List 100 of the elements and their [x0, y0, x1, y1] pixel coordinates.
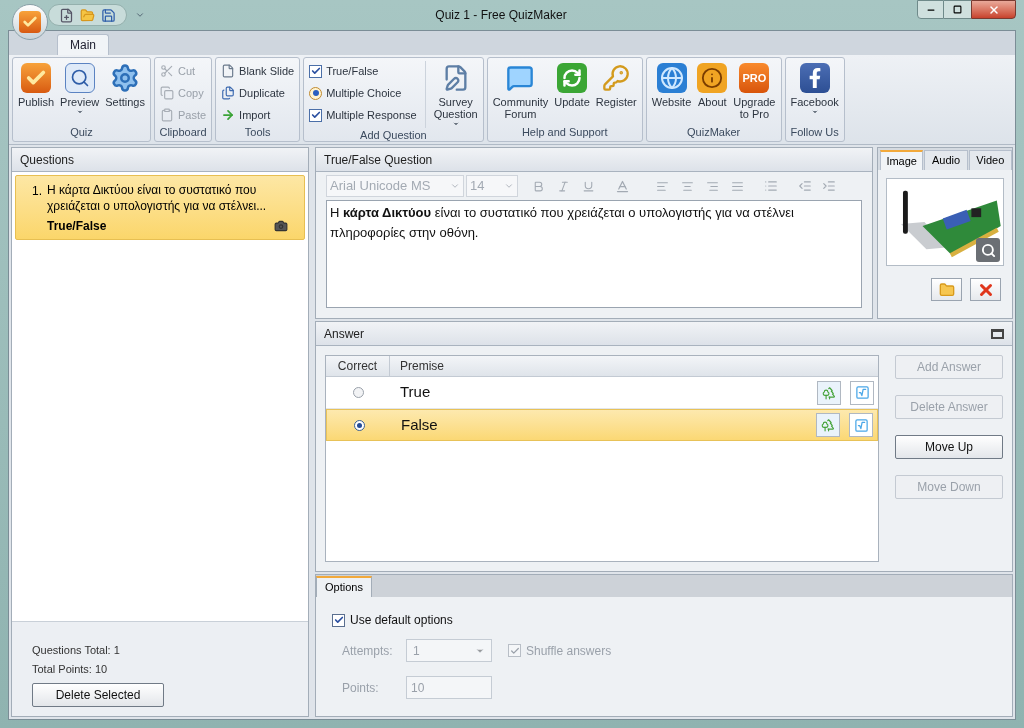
new-file-icon[interactable]: [59, 7, 74, 23]
action-button[interactable]: Move Up: [895, 435, 1003, 459]
media-tab[interactable]: Image: [880, 150, 924, 170]
group-title: Tools: [243, 125, 272, 140]
app-logo-icon[interactable]: [12, 4, 48, 40]
align-right-icon[interactable]: [706, 179, 719, 193]
image-icon[interactable]: [817, 380, 841, 405]
align-justify-icon[interactable]: [731, 179, 744, 193]
chat-icon: [505, 63, 536, 93]
premise-text: False: [400, 414, 439, 435]
align-center-icon[interactable]: [681, 179, 694, 193]
pages-icon: [221, 86, 236, 100]
dropdown-icon: [504, 181, 514, 191]
question-type: True/False: [47, 218, 107, 235]
media-tab[interactable]: Audio: [924, 150, 968, 170]
attempts-label: Attempts:: [342, 642, 394, 660]
panel-title: Questions: [20, 151, 75, 169]
correct-radio[interactable]: [353, 419, 365, 431]
clipboard-icon: [159, 108, 174, 122]
ribbon-button[interactable]: Blank Slide: [219, 61, 297, 81]
facebook-icon: [799, 63, 830, 93]
ribbon-button[interactable]: Multiple Choice: [307, 83, 419, 103]
question-number: 1.: [32, 183, 42, 200]
outdent-icon[interactable]: [798, 179, 812, 193]
minimize-icon[interactable]: [917, 0, 944, 19]
list-icon[interactable]: [764, 179, 778, 193]
ribbon-button[interactable]: Publish: [16, 61, 57, 125]
maximize-icon[interactable]: [991, 328, 1004, 339]
dropdown-icon: [451, 120, 460, 128]
group-title: QuizMaker: [686, 125, 742, 140]
ribbon-button[interactable]: Settings: [103, 61, 147, 125]
camera-icon: [274, 219, 288, 233]
window-title: Quiz 1 - Free QuizMaker: [434, 7, 568, 24]
ribbon-button[interactable]: Website: [649, 61, 694, 125]
ribbon-button[interactable]: Register: [593, 61, 639, 125]
points-label: Points:: [342, 679, 380, 697]
questions-total: Questions Total: 1: [32, 643, 121, 658]
ribbon-button[interactable]: True/False: [307, 61, 419, 81]
indent-icon[interactable]: [822, 179, 836, 193]
bold-icon[interactable]: [532, 179, 545, 193]
preview-icon: [64, 63, 95, 93]
dropdown-icon: [450, 181, 460, 191]
save-icon[interactable]: [101, 7, 116, 23]
copy-icon: [159, 86, 174, 100]
checkbox-icon: [309, 108, 323, 122]
question-item[interactable]: 1. Η κάρτα Δικτύου είναι το συστατικό που χρειάζεται ο υπολογιστής για να στέλνει... True/False: [15, 175, 305, 240]
group-title: Clipboard: [158, 125, 208, 140]
ribbon-button[interactable]: Duplicate: [219, 83, 297, 103]
globe-icon: [656, 63, 687, 93]
folder-icon[interactable]: [80, 7, 95, 23]
question-body: Η κάρτα Δικτύου είναι το συστατικό που χρειάζεται ο υπολογιστής για να στέλνει πληροφορίες στην οθόνη.: [330, 205, 794, 240]
ribbon-button[interactable]: Update: [552, 61, 592, 125]
total-points: Total Points: 10: [32, 661, 109, 677]
zoom-icon[interactable]: [976, 238, 1000, 262]
ribbon-button[interactable]: Multiple Response: [307, 105, 419, 125]
group-title: Follow Us: [789, 125, 840, 140]
key-icon: [601, 63, 632, 93]
correct-radio[interactable]: [352, 387, 364, 398]
check-icon: [21, 63, 52, 93]
group-title: Quiz: [69, 125, 94, 140]
info-icon: [697, 63, 728, 93]
customize-icon[interactable]: [135, 10, 145, 20]
dropdown-icon: [810, 108, 819, 116]
underline-icon[interactable]: [582, 179, 595, 193]
page-icon: [221, 64, 236, 78]
column-header: Premise: [399, 358, 444, 375]
ribbon-button[interactable]: Preview: [58, 61, 102, 125]
column-header: Correct: [326, 356, 390, 376]
ribbon-tab[interactable]: Main: [57, 34, 109, 55]
group-title: Add Question: [359, 128, 428, 143]
ribbon-button[interactable]: Survey Question: [431, 61, 480, 128]
premise-text: True: [399, 382, 432, 403]
refresh-icon: [557, 63, 588, 93]
image-icon[interactable]: [816, 413, 840, 437]
settings-icon: [110, 63, 141, 93]
ribbon-button[interactable]: Import: [219, 105, 297, 125]
close-icon[interactable]: [971, 0, 1016, 19]
italic-icon[interactable]: [557, 179, 570, 193]
question-text: Η κάρτα Δικτύου είναι το συστατικό που χρειάζεται ο υπολογιστής για να στέλνει...: [47, 182, 268, 214]
panel-title: True/False Question: [324, 151, 433, 169]
delete-icon[interactable]: [970, 278, 1001, 301]
ribbon-button[interactable]: Community Forum: [490, 61, 551, 125]
question-editor[interactable]: Η κάρτα Δικτύου είναι το συστατικό που χρειάζεται ο υπολογιστής για να στέλνει πληροφορίες στην οθόνη.: [326, 200, 862, 308]
equation-icon[interactable]: [850, 380, 874, 405]
group-title: Help and Support: [520, 125, 609, 140]
answer-row[interactable]: False: [326, 409, 878, 441]
ribbon-button[interactable]: PRO Upgrade to Pro: [731, 61, 778, 125]
checkbox-icon: [309, 64, 323, 78]
pro-icon: PRO: [739, 63, 770, 93]
align-left-icon[interactable]: [656, 179, 669, 193]
font-color-icon[interactable]: [615, 178, 630, 194]
media-tab[interactable]: Video: [968, 150, 1012, 170]
ribbon-button[interactable]: Facebook: [788, 61, 841, 125]
folder-icon[interactable]: [931, 278, 962, 301]
ribbon-button[interactable]: About: [695, 61, 730, 125]
equation-icon[interactable]: [849, 413, 873, 437]
scissors-icon: [159, 64, 174, 78]
action-button[interactable]: Delete Selected: [32, 683, 164, 707]
dropdown-icon: [75, 108, 84, 116]
maximize-icon[interactable]: [944, 0, 971, 19]
